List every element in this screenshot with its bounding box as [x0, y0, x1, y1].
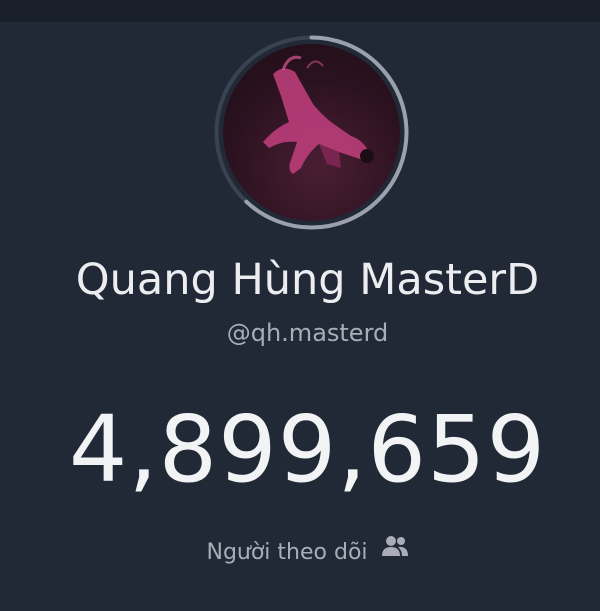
people-icon — [381, 533, 409, 569]
profile-name: Quang Hùng MasterD — [75, 255, 540, 305]
profile-handle[interactable]: @qh.masterd — [0, 315, 600, 351]
avatar — [223, 44, 400, 221]
dancer-figure-icon — [263, 55, 374, 174]
top-bar — [0, 0, 600, 22]
follower-label: Người theo dõi — [206, 540, 368, 565]
avatar-container[interactable] — [212, 33, 411, 232]
follower-label-row[interactable]: Người theo dõi — [0, 535, 600, 571]
follower-count: 4,899,659 — [68, 396, 547, 503]
